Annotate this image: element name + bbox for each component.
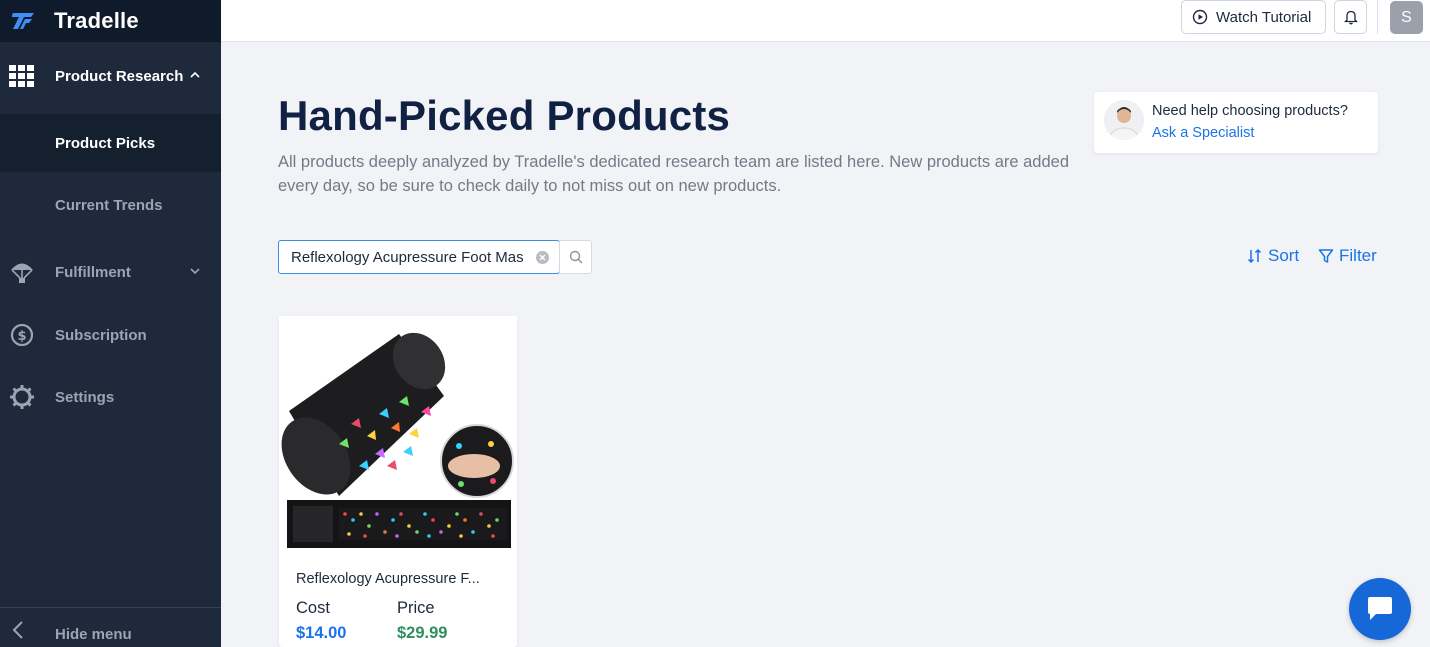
sidebar-item-fulfillment[interactable]: Fulfillment: [0, 252, 221, 292]
filter-icon: [1318, 249, 1334, 263]
sidebar-item-label: Fulfillment: [55, 263, 131, 281]
user-avatar[interactable]: S: [1390, 1, 1423, 34]
help-card: Need help choosing products? Ask a Speci…: [1094, 92, 1378, 153]
filter-label: Filter: [1339, 246, 1377, 265]
brand[interactable]: Tradelle: [0, 0, 221, 42]
specialist-avatar: [1104, 100, 1144, 140]
topbar: Watch Tutorial S: [221, 0, 1430, 42]
notifications-button[interactable]: [1334, 0, 1367, 34]
cost-value: $14.00: [296, 624, 347, 642]
search-input-value: Reflexology Acupressure Foot Mas: [291, 248, 524, 266]
grid-icon: [9, 63, 35, 89]
search-input[interactable]: Reflexology Acupressure Foot Mas: [278, 240, 560, 274]
sidebar-item-label: Settings: [55, 388, 115, 406]
sidebar-item-current-trends[interactable]: Current Trends: [0, 186, 221, 224]
price-value: $29.99: [397, 624, 448, 642]
play-circle-icon: [1192, 9, 1208, 25]
bell-icon: [1343, 10, 1358, 25]
topbar-divider: [1377, 0, 1378, 34]
chevron-down-icon: [190, 266, 200, 278]
sort-label: Sort: [1268, 246, 1300, 265]
hide-menu-button[interactable]: Hide menu: [0, 607, 221, 647]
product-image: [279, 316, 517, 556]
ask-specialist-link[interactable]: Ask a Specialist: [1152, 125, 1254, 141]
hide-menu-label: Hide menu: [55, 626, 132, 643]
sidebar-item-settings[interactable]: Settings: [0, 377, 221, 417]
parachute-icon: [9, 259, 35, 285]
clear-search-icon[interactable]: [536, 251, 549, 264]
chat-button[interactable]: [1349, 578, 1411, 640]
svg-text:$: $: [17, 329, 26, 344]
sidebar-item-label: Product Research: [55, 67, 184, 85]
product-card[interactable]: Reflexology Acupressure F... Cost Price …: [279, 316, 517, 647]
sidebar-item-product-picks[interactable]: Product Picks: [0, 114, 221, 172]
product-name: Reflexology Acupressure F...: [296, 571, 480, 587]
search-button[interactable]: [559, 240, 592, 274]
watch-tutorial-label: Watch Tutorial: [1216, 8, 1312, 26]
sidebar-item-label: Current Trends: [55, 196, 163, 214]
sidebar-item-subscription[interactable]: $ Subscription: [0, 315, 221, 355]
search-icon: [569, 250, 582, 264]
sort-button[interactable]: Sort: [1247, 246, 1299, 266]
watch-tutorial-button[interactable]: Watch Tutorial: [1181, 0, 1326, 34]
page-description: All products deeply analyzed by Tradelle…: [278, 153, 1070, 195]
tradelle-logo-icon: [12, 13, 34, 29]
price-label: Price: [397, 599, 435, 617]
brand-name: Tradelle: [54, 8, 139, 33]
filter-button[interactable]: Filter: [1318, 246, 1377, 266]
cost-label: Cost: [296, 599, 330, 617]
chevron-left-icon: [12, 620, 24, 646]
dollar-cycle-icon: $: [9, 322, 35, 348]
help-question: Need help choosing products?: [1152, 103, 1348, 119]
page-title: Hand-Picked Products: [278, 92, 731, 139]
chat-icon: [1368, 597, 1392, 620]
chevron-up-icon: [190, 70, 200, 82]
sort-icon: [1247, 248, 1262, 264]
gear-icon: [9, 384, 35, 410]
sidebar: Tradelle Product Research Product Picks …: [0, 0, 221, 647]
sidebar-item-label: Subscription: [55, 326, 147, 344]
sidebar-item-product-research[interactable]: Product Research: [0, 56, 221, 96]
sidebar-item-label: Product Picks: [55, 134, 156, 152]
